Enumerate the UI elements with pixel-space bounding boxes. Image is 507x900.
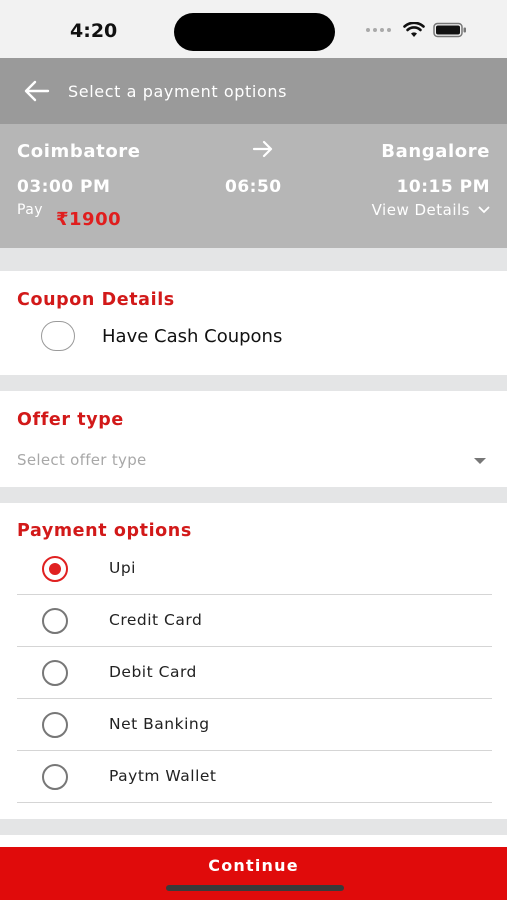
total-price: ₹1900 xyxy=(56,209,122,230)
section-divider xyxy=(0,375,507,391)
arrow-right-icon xyxy=(252,140,273,158)
departure-time: 03:00 PM xyxy=(17,177,111,197)
origin-city: Coimbatore xyxy=(17,141,141,162)
caret-down-icon xyxy=(474,458,486,464)
payment-section-title: Payment options xyxy=(17,521,192,541)
cash-coupon-label: Have Cash Coupons xyxy=(102,325,283,347)
payment-option-net-banking[interactable]: Net Banking xyxy=(17,699,492,751)
arrival-time: 10:15 PM xyxy=(396,177,490,197)
chevron-down-icon xyxy=(478,206,490,214)
payment-options-list: Upi Credit Card Debit Card Net Banking P… xyxy=(17,543,492,803)
destination-city: Bangalore xyxy=(381,141,490,162)
view-details-button[interactable]: View Details xyxy=(372,201,490,219)
radio-button[interactable] xyxy=(42,764,68,790)
cash-coupon-checkbox[interactable] xyxy=(41,321,75,351)
section-divider xyxy=(0,487,507,503)
offer-type-select[interactable]: Select offer type xyxy=(17,446,490,474)
page-title: Select a payment options xyxy=(68,82,288,101)
radio-button[interactable] xyxy=(42,608,68,634)
radio-button[interactable] xyxy=(42,660,68,686)
home-indicator xyxy=(166,885,344,891)
dynamic-island xyxy=(174,13,335,51)
cash-coupon-option[interactable]: Have Cash Coupons xyxy=(41,321,282,351)
section-divider xyxy=(0,248,507,271)
status-icons xyxy=(366,22,467,38)
wifi-icon xyxy=(403,22,425,37)
section-divider xyxy=(0,819,507,835)
signal-icon xyxy=(366,28,391,32)
radio-button[interactable] xyxy=(42,712,68,738)
payment-option-paytm-wallet[interactable]: Paytm Wallet xyxy=(17,751,492,803)
view-details-label: View Details xyxy=(371,201,470,219)
payment-option-label: Upi xyxy=(109,559,136,577)
radio-button[interactable] xyxy=(42,556,68,582)
payment-option-upi[interactable]: Upi xyxy=(17,543,492,595)
continue-button[interactable]: Continue xyxy=(0,847,507,900)
status-time: 4:20 xyxy=(70,20,118,42)
payment-option-credit-card[interactable]: Credit Card xyxy=(17,595,492,647)
continue-label: Continue xyxy=(208,856,299,875)
payment-option-debit-card[interactable]: Debit Card xyxy=(17,647,492,699)
arrow-left-icon[interactable] xyxy=(24,80,50,102)
status-bar: 4:20 xyxy=(0,0,507,58)
offer-type-placeholder: Select offer type xyxy=(17,451,147,469)
battery-icon xyxy=(433,22,466,38)
payment-option-label: Debit Card xyxy=(109,663,197,681)
offer-section-title: Offer type xyxy=(17,410,124,430)
journey-duration: 06:50 xyxy=(225,177,282,197)
app-bar: Select a payment options xyxy=(0,58,507,124)
payment-option-label: Net Banking xyxy=(109,715,210,733)
trip-summary: Coimbatore Bangalore 03:00 PM 06:50 10:1… xyxy=(0,124,507,248)
coupon-section-title: Coupon Details xyxy=(17,290,175,310)
payment-option-label: Paytm Wallet xyxy=(109,767,217,785)
payment-option-label: Credit Card xyxy=(109,611,203,629)
pay-label: Pay xyxy=(17,202,43,218)
